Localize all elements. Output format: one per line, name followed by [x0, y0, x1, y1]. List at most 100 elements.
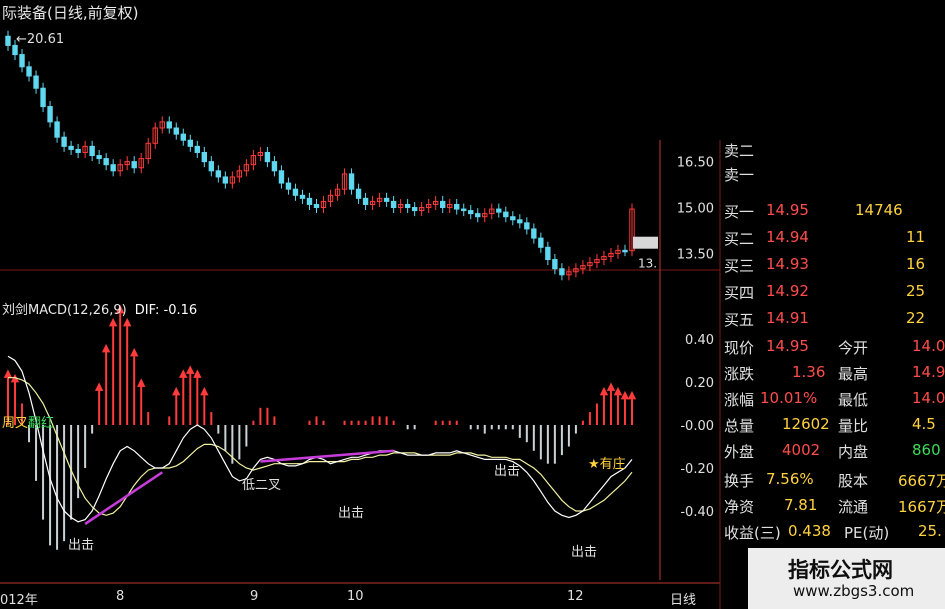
- order-row-buy3: 买三 14.93 16: [720, 255, 945, 279]
- candle-body: [75, 148, 81, 153]
- candle-body: [215, 170, 222, 178]
- up-arrow-icon: ▲: [628, 388, 637, 401]
- candle-body: [559, 268, 565, 276]
- quote-value: 14.9: [912, 363, 945, 381]
- x-label: 012年: [0, 593, 38, 608]
- order-price: 14.95: [766, 201, 809, 219]
- candle-body: [454, 203, 460, 210]
- quote-value: 7.56%: [766, 470, 814, 488]
- order-row-buy5: 买五 14.91 22: [720, 309, 945, 333]
- macd-tick: -0.40: [680, 505, 714, 520]
- annotation-label: 出击: [68, 538, 94, 553]
- quote-label: 现价: [724, 339, 755, 357]
- candle-body: [40, 87, 46, 108]
- order-row-buy4: 买四 14.92 25: [720, 282, 945, 306]
- quote-value: 12602: [782, 415, 830, 433]
- quote-value: 4002: [782, 441, 821, 459]
- candle-body: [468, 210, 474, 215]
- candle-body: [517, 219, 523, 224]
- candle-body: [292, 188, 299, 196]
- annotation-label: ★有庄: [588, 456, 626, 472]
- quote-label: 涨跌: [724, 365, 755, 383]
- candle-body: [54, 121, 60, 138]
- candle-body: [180, 133, 186, 141]
- watermark-url: www.zbgs3.com: [793, 582, 915, 600]
- order-label: 买四: [724, 284, 755, 302]
- quote-value: 14.0: [912, 337, 945, 355]
- price-tick: 15.00: [677, 202, 714, 217]
- annotation-label: 周叉: [2, 416, 28, 431]
- macd-tick: 0.20: [685, 376, 714, 391]
- candle-body: [110, 164, 116, 172]
- price-tick: 16.50: [677, 156, 714, 171]
- candle-body: [208, 161, 215, 172]
- quote-label: 量比: [838, 417, 869, 435]
- candle-body: [187, 139, 193, 147]
- trend-line: [84, 471, 163, 525]
- quote-row: 涨幅 10.01% 最低 14.0: [720, 389, 945, 413]
- candle-body: [383, 197, 390, 202]
- quote-label: 净资: [724, 498, 755, 516]
- order-price: 14.91: [766, 309, 809, 327]
- trend-line: [260, 449, 394, 463]
- candle-body: [264, 151, 271, 163]
- up-arrow-icon: ▲: [137, 375, 146, 388]
- order-volume: 22: [906, 309, 926, 327]
- quote-label: 外盘: [724, 443, 755, 461]
- candle-body: [271, 161, 278, 172]
- order-volume: 16: [906, 255, 926, 273]
- candle-body: [524, 222, 530, 230]
- period-label: 日线: [670, 593, 697, 608]
- candle-body: [439, 200, 446, 209]
- candle-body: [552, 259, 558, 270]
- candle-body: [299, 194, 306, 199]
- up-arrow-icon: ▲: [172, 384, 181, 397]
- candle-body: [538, 237, 544, 248]
- candle-body: [306, 197, 313, 205]
- candle-body: [390, 200, 397, 209]
- annotation-label: 出击: [338, 506, 364, 521]
- quote-label: 换手: [724, 472, 755, 490]
- quote-label: PE(动): [844, 524, 890, 542]
- candle-body: [194, 145, 201, 153]
- order-label: 卖一: [724, 166, 755, 184]
- order-row-buy2: 买二 14.94 11: [720, 228, 945, 252]
- candle-body: [96, 155, 102, 160]
- candle-body: [362, 197, 369, 205]
- quote-value: 1.36: [792, 363, 826, 381]
- candle-body: [531, 228, 537, 239]
- quote-row: 总量 12602 量比 4.5: [720, 415, 945, 439]
- candle-body: [285, 182, 292, 190]
- quote-value: 1667万: [898, 498, 945, 516]
- order-volume: 14746: [855, 201, 903, 219]
- candle-body: [496, 208, 502, 213]
- quote-row: 现价 14.95 今开 14.0: [720, 337, 945, 361]
- watermark: 指标公式网 www.zbgs3.com: [748, 548, 945, 609]
- order-price: 14.92: [766, 282, 809, 300]
- x-label: 8: [116, 589, 125, 604]
- price-tick: 13.50: [677, 247, 714, 262]
- candle-body: [503, 211, 509, 218]
- watermark-name: 指标公式网: [788, 558, 893, 582]
- quote-value: 0.438: [788, 522, 831, 540]
- dea-line: [8, 377, 633, 516]
- candle-body: [475, 213, 481, 218]
- quote-label: 涨幅: [724, 391, 755, 409]
- candle-body: [61, 136, 67, 147]
- quote-label: 总量: [724, 417, 755, 435]
- candle-body: [166, 121, 172, 129]
- annotation-label: 出击: [494, 464, 520, 479]
- up-arrow-icon: ▲: [193, 367, 202, 380]
- candle-body: [19, 54, 25, 68]
- quote-row: 收益(三) 0.438 PE(动) 25.: [720, 522, 945, 546]
- quote-label: 流通: [838, 498, 869, 516]
- quote-label: 最高: [838, 365, 869, 383]
- order-row-buy1: 买一 14.95 14746: [720, 201, 945, 225]
- candle-body: [278, 170, 285, 184]
- quote-value: 14.95: [766, 337, 809, 355]
- candle-body: [131, 161, 137, 169]
- quote-value: 10.01%: [760, 389, 818, 407]
- indicator-name: 刘剑MACD(12,26,9): [2, 303, 127, 318]
- quote-value: 6667万: [898, 472, 945, 490]
- dif-readout: DIF: -0.16: [134, 303, 198, 318]
